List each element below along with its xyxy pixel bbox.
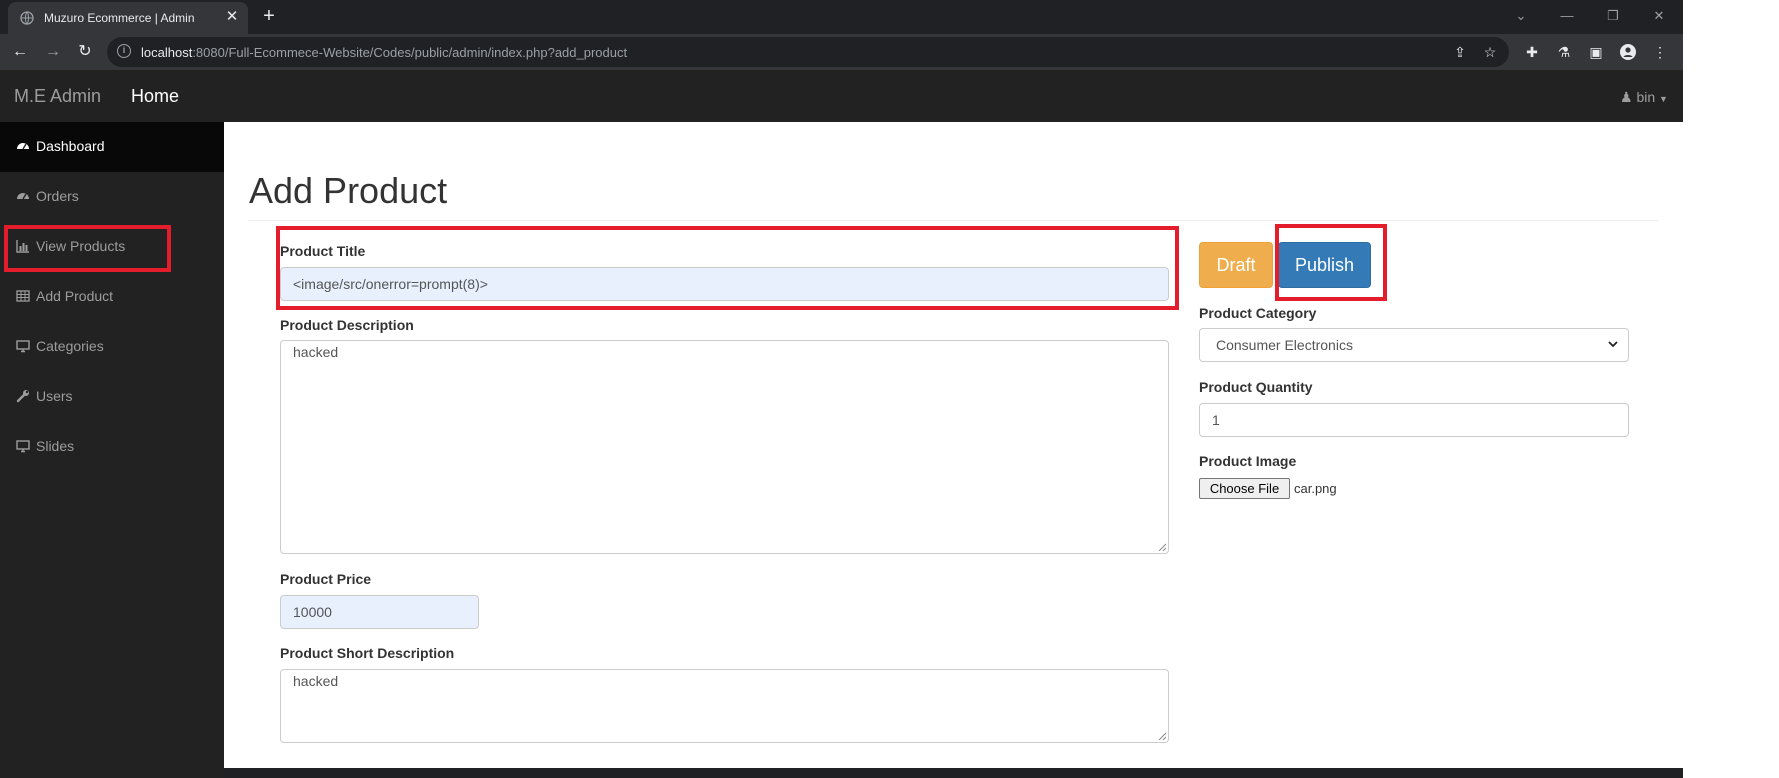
window-close-icon[interactable]: ✕	[1649, 6, 1669, 26]
desktop-icon	[16, 340, 30, 353]
bookmark-star-icon[interactable]: ☆	[1482, 44, 1498, 60]
bar-chart-icon	[16, 240, 29, 253]
new-tab-icon[interactable]: +	[259, 6, 279, 26]
dashboard-icon	[17, 193, 29, 200]
user-name: bin	[1636, 89, 1656, 105]
extensions-icon[interactable]: ✚	[1524, 44, 1540, 60]
product-quantity-label: Product Quantity	[1199, 379, 1313, 395]
desktop-icon	[16, 440, 30, 453]
browser-toolbar: ← → ↻ i localhost:8080/Full-Ecommece-Web…	[0, 34, 1683, 70]
sidebar-item-add-product[interactable]: Add Product	[0, 272, 224, 322]
page-title: Add Product	[249, 170, 448, 211]
product-category-select[interactable]: Consumer Electronics	[1199, 328, 1629, 362]
sidebar-item-categories[interactable]: Categories	[0, 322, 224, 372]
resize-grip-icon[interactable]	[1158, 732, 1166, 740]
back-icon[interactable]: ←	[10, 42, 30, 62]
product-description-textarea[interactable]: hacked	[280, 340, 1169, 554]
product-title-input[interactable]: <image/src/onerror=prompt(8)>	[280, 267, 1169, 301]
url-text[interactable]: localhost:8080/Full-Ecommece-Website/Cod…	[141, 45, 627, 60]
sidebar-item-label: Add Product	[36, 288, 114, 304]
choose-file-button[interactable]: Choose File	[1199, 478, 1290, 499]
wrench-icon	[16, 390, 29, 403]
resize-grip-icon[interactable]	[1158, 543, 1166, 551]
sidebar-item-label: View Products	[36, 238, 126, 254]
title-divider	[249, 220, 1659, 221]
product-price-input[interactable]: 10000	[280, 595, 479, 629]
browser-window: Muzuro Ecommerce | Admin ✕ + ⌄ — ❐ ✕ ← →…	[0, 0, 1683, 778]
product-price-label: Product Price	[280, 571, 372, 587]
sidebar-item-slides[interactable]: Slides	[0, 422, 224, 472]
globe-icon	[20, 11, 34, 25]
sidebar-item-dashboard[interactable]: Dashboard	[0, 122, 224, 172]
user-icon: ♟	[1620, 89, 1633, 105]
profile-icon[interactable]	[1620, 44, 1636, 60]
product-title-label: Product Title	[280, 243, 366, 259]
tab-search-icon[interactable]: ⌄	[1511, 6, 1531, 26]
side-panel-icon[interactable]: ▣	[1588, 44, 1604, 60]
outer-margin	[1683, 0, 1779, 778]
sidebar-item-users[interactable]: Users	[0, 372, 224, 422]
sidebar: Dashboard Orders View Products Add Produ…	[0, 122, 224, 778]
tab-strip: Muzuro Ecommerce | Admin ✕ + ⌄ — ❐ ✕	[0, 0, 1683, 34]
product-description-label: Product Description	[280, 317, 414, 333]
sidebar-item-label: Orders	[36, 188, 79, 204]
browser-tab[interactable]: Muzuro Ecommerce | Admin ✕	[8, 2, 248, 34]
user-menu[interactable]: ♟ bin ▼	[1620, 89, 1668, 106]
sidebar-item-view-products[interactable]: View Products	[0, 222, 224, 272]
product-quantity-input[interactable]: 1	[1199, 403, 1629, 437]
selected-file-name: car.png	[1294, 481, 1337, 496]
minimize-icon[interactable]: —	[1557, 6, 1577, 26]
menu-kebab-icon[interactable]: ⋮	[1652, 44, 1668, 60]
restore-icon[interactable]: ❐	[1603, 6, 1623, 26]
publish-button[interactable]: Publish	[1278, 242, 1371, 288]
sidebar-item-orders[interactable]: Orders	[0, 172, 224, 222]
draft-button[interactable]: Draft	[1199, 242, 1273, 288]
main-content: Add Product Product Title <image/src/one…	[224, 122, 1683, 768]
share-icon[interactable]: ⇪	[1452, 44, 1468, 60]
tab-title: Muzuro Ecommerce | Admin	[44, 11, 195, 25]
product-category-label: Product Category	[1199, 305, 1317, 321]
product-short-description-textarea[interactable]: hacked	[280, 669, 1169, 743]
labs-flask-icon[interactable]: ⚗	[1556, 44, 1572, 60]
home-link[interactable]: Home	[131, 86, 179, 107]
site-info-icon[interactable]: i	[117, 44, 131, 58]
reload-icon[interactable]: ↻	[75, 42, 95, 62]
address-bar[interactable]: i localhost:8080/Full-Ecommece-Website/C…	[107, 37, 1509, 67]
sidebar-item-label: Categories	[36, 338, 104, 354]
sidebar-item-label: Dashboard	[36, 138, 105, 154]
brand-link[interactable]: M.E Admin	[14, 86, 101, 107]
sidebar-item-label: Slides	[36, 438, 75, 454]
dashboard-icon	[17, 143, 29, 150]
table-icon	[16, 290, 30, 302]
caret-down-icon: ▼	[1659, 94, 1668, 104]
sidebar-item-label: Users	[36, 388, 73, 404]
forward-icon[interactable]: →	[43, 42, 63, 62]
chevron-down-icon	[1608, 341, 1618, 348]
product-image-label: Product Image	[1199, 453, 1297, 469]
admin-navbar: M.E Admin Home ♟ bin ▼	[0, 70, 1683, 122]
product-short-description-label: Product Short Description	[280, 645, 455, 661]
tab-close-icon[interactable]: ✕	[224, 9, 240, 25]
